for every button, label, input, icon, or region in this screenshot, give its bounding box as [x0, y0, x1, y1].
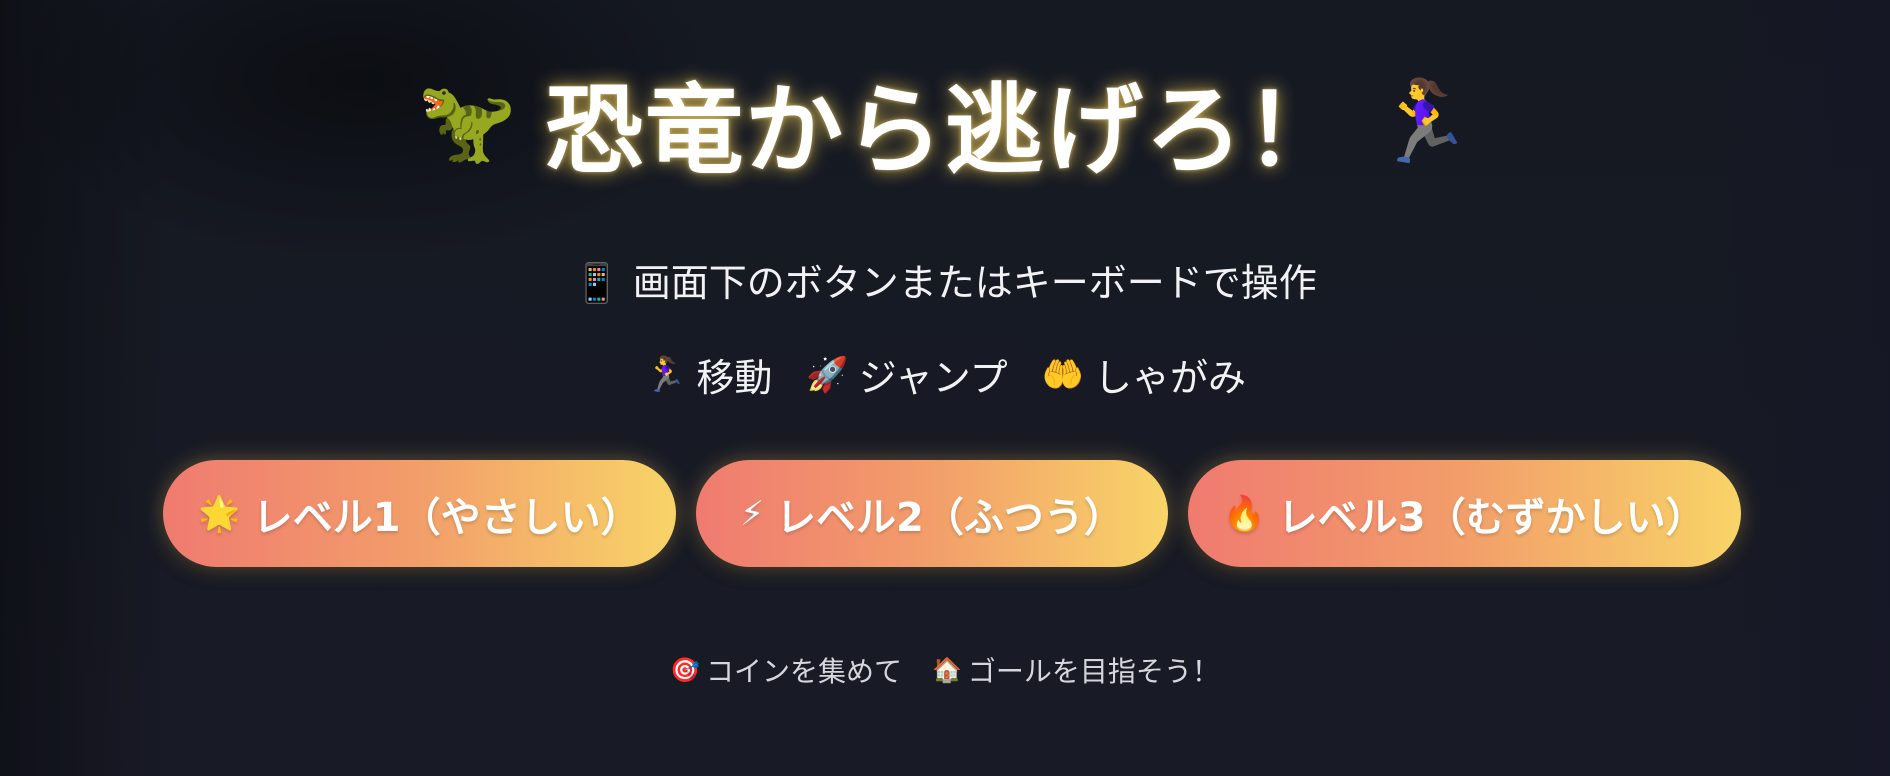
game-title: 🦖 恐竜から逃げろ！ 🏃‍♀️ [0, 62, 1890, 188]
dinosaur-icon: 🦖 [417, 75, 517, 168]
goal-hint: 🎯 コインを集めて 🏠 ゴールを目指そう！ [0, 650, 1890, 690]
level-2-label: レベル2（ふつう） [776, 494, 1124, 541]
control-jump-label: ジャンプ [858, 356, 1008, 400]
hint-goal: 🏠 ゴールを目指そう！ [932, 650, 1220, 690]
control-crouch-label: しゃがみ [1094, 356, 1247, 400]
hint-coins-text: コインを集めて [705, 655, 902, 688]
level-3-button[interactable]: 🔥 レベル3（むずかしい） [1188, 460, 1741, 567]
palms-up-icon: 🤲 [1041, 354, 1084, 395]
running-woman-icon: 🏃‍♀️ [1373, 75, 1473, 168]
level-1-label: レベル1（やさしい） [252, 494, 641, 541]
control-jump: 🚀 ジャンプ [806, 347, 1007, 402]
control-instructions: 📱 画面下のボタンまたはキーボードで操作 [573, 261, 1317, 305]
control-move: 🏃‍♀️ 移動 [644, 347, 772, 402]
star-icon: 🌟 [198, 493, 241, 534]
hint-coins: 🎯 コインを集めて [670, 650, 902, 690]
house-icon: 🏠 [932, 656, 962, 684]
control-crouch: 🤲 しゃがみ [1042, 347, 1246, 402]
controls-legend: 🏃‍♀️ 移動 🚀 ジャンプ 🤲 しゃがみ [0, 347, 1890, 402]
control-move-label: 移動 [696, 356, 773, 400]
level-1-button[interactable]: 🌟 レベル1（やさしい） [163, 460, 676, 567]
level-select: 🌟 レベル1（やさしい） ⚡ レベル2（ふつう） 🔥 レベル3（むずかしい） [0, 460, 1890, 567]
hint-goal-text: ゴールを目指そう！ [967, 655, 1220, 688]
start-screen: 🦖 恐竜から逃げろ！ 🏃‍♀️ 📱 画面下のボタンまたはキーボードで操作 🏃‍♀… [0, 0, 1890, 776]
target-icon: 🎯 [670, 656, 700, 684]
level-2-button[interactable]: ⚡ レベル2（ふつう） [696, 460, 1168, 567]
fire-icon: 🔥 [1223, 493, 1266, 534]
rocket-icon: 🚀 [806, 354, 849, 395]
running-icon: 🏃‍♀️ [643, 354, 687, 395]
lightning-icon: ⚡ [740, 493, 765, 534]
level-3-label: レベル3（むずかしい） [1277, 494, 1706, 541]
title-text: 恐竜から逃げろ！ [544, 74, 1345, 188]
